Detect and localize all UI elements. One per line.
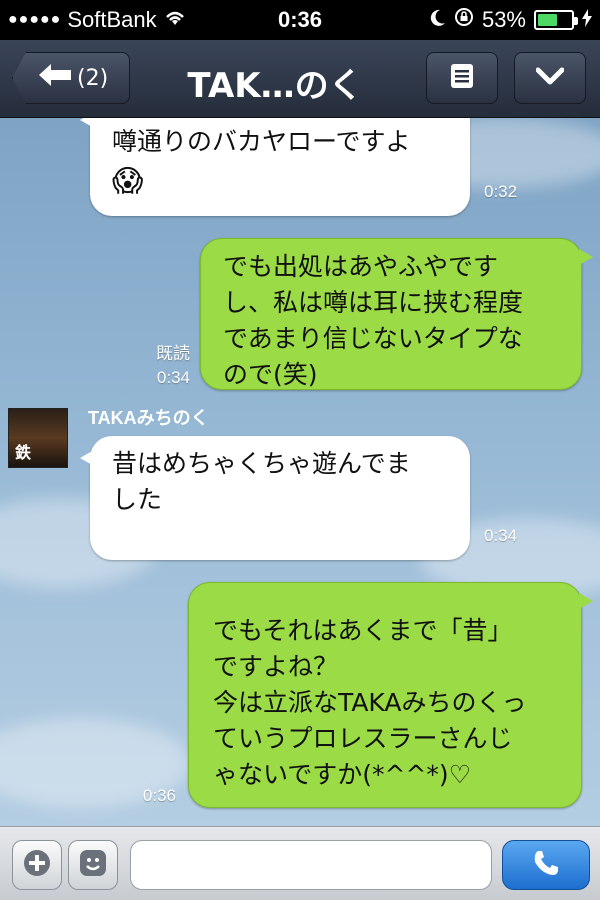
message-input[interactable]	[130, 840, 492, 890]
message-line: ていうプロレスラーさんじ	[213, 724, 513, 753]
read-receipt: 既読 0:34	[140, 342, 190, 390]
message-time: 0:32	[484, 182, 518, 201]
message-bubble-outgoing[interactable]: でもそれはあくまで「昔」 ですよね？ 今は立派なTAKAみちのくっ ていうプロレ…	[188, 582, 593, 808]
input-bar	[0, 826, 600, 900]
phone-icon	[531, 848, 561, 882]
message-line: した	[112, 485, 163, 514]
message-line: でもそれはあくまで「昔」	[213, 616, 513, 645]
back-button[interactable]: (2)	[12, 52, 130, 104]
message-time: 0:36	[142, 786, 176, 805]
chat-area[interactable]: 噂通りのバカヤローですよ 😱 0:32 既読 0:34 でも出処はあやふやです …	[0, 118, 600, 826]
message-text: 噂通りのバカヤローですよ	[112, 127, 411, 156]
plus-icon	[23, 849, 51, 881]
back-arrow-icon	[37, 62, 73, 94]
message-line: ですよね？	[213, 652, 339, 681]
menu-button[interactable]	[426, 52, 498, 104]
emoticon-icon	[79, 849, 107, 881]
unread-count: (2)	[77, 65, 109, 91]
message-line: 昔はめちゃくちゃ遊んでま	[112, 449, 411, 478]
nav-bar: (2) TAK…のく	[0, 40, 600, 118]
avatar-glyph: 鉄	[15, 443, 32, 462]
avatar[interactable]: 鉄	[8, 408, 68, 468]
message-bubble-outgoing[interactable]: でも出処はあやふやです し、私は噂は耳に挟む程度 であまり信じないタイプな ので…	[200, 238, 593, 390]
message-bubble-incoming[interactable]: 昔はめちゃくちゃ遊んでま した	[80, 436, 470, 560]
battery-icon	[534, 10, 578, 30]
charging-icon	[582, 7, 592, 33]
status-bar: ●●●●● SoftBank 0:36 53%	[0, 0, 600, 40]
dropdown-button[interactable]	[514, 52, 586, 104]
message-line: 今は立派なTAKAみちのくっ	[213, 688, 527, 717]
battery-tip	[574, 17, 578, 25]
message-line: ゃないですか(*^^*)♡	[213, 760, 472, 789]
chat-title: TAK…のく	[187, 66, 363, 106]
message-time: 0:34	[156, 368, 190, 387]
message-line: でも出処はあやふやです	[223, 252, 499, 281]
rotation-lock-icon	[454, 7, 474, 33]
moon-icon	[430, 7, 446, 33]
message-line: ので(笑)	[223, 360, 318, 389]
call-button[interactable]	[502, 840, 590, 890]
message-line: し、私は噂は耳に挟む程度	[223, 288, 524, 317]
read-label: 既読	[156, 344, 190, 363]
chevron-down-icon	[535, 67, 565, 89]
battery-percent: 53%	[481, 7, 526, 32]
message-line: であまり信じないタイプな	[223, 324, 523, 353]
status-right: 53%	[430, 7, 592, 33]
message-bubble-incoming[interactable]: 噂通りのバカヤローですよ 😱	[80, 118, 470, 216]
scream-emoji-icon: 😱	[112, 164, 144, 199]
menu-icon	[450, 63, 474, 93]
battery-fill	[538, 14, 558, 26]
add-button[interactable]	[12, 840, 62, 890]
emoticon-button[interactable]	[68, 840, 118, 890]
message-time: 0:34	[484, 526, 518, 545]
sender-name: TAKAみちのく	[88, 408, 209, 428]
